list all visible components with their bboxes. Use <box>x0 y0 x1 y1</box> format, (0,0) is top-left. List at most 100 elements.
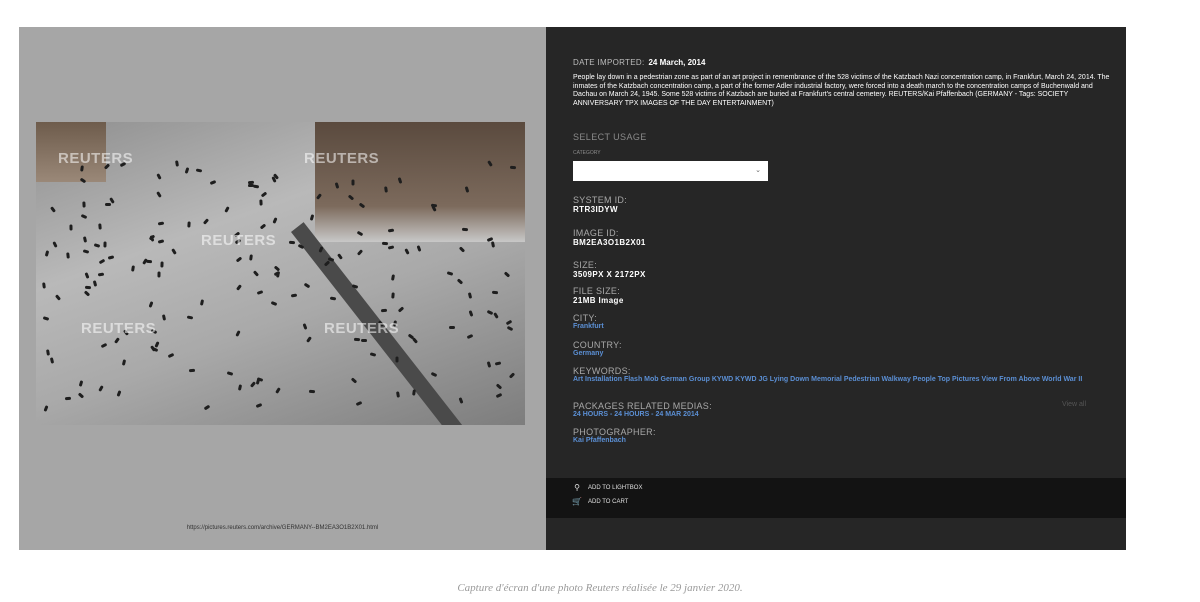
person-figure <box>491 290 499 295</box>
screenshot-frame: REUTERS REUTERS REUTERS REUTERS REUTERS … <box>19 27 1126 550</box>
person-figure <box>64 396 72 401</box>
add-to-cart-button[interactable]: 🛒 ADD TO CART <box>572 497 628 506</box>
person-figure <box>486 361 492 368</box>
person-figure <box>468 310 474 317</box>
person-figure <box>157 271 161 278</box>
watermark-5: REUTERS <box>324 320 400 337</box>
person-figure <box>98 258 106 265</box>
person-figure <box>508 372 516 379</box>
person-figure <box>44 250 50 257</box>
person-figure <box>252 270 260 277</box>
image-id-field: IMAGE ID: BM2EA3O1B2X01 <box>573 228 646 248</box>
person-figure <box>337 253 343 260</box>
person-figure <box>157 239 165 244</box>
person-figure <box>121 359 127 366</box>
person-figure <box>202 218 210 225</box>
file-size-field: FILE SIZE: 21MB Image <box>573 286 624 306</box>
add-to-lightbox-button[interactable]: ⚲ ADD TO LIGHTBOX <box>572 483 642 492</box>
photo-building-right <box>315 122 525 242</box>
category-select[interactable]: ⌄ <box>573 161 768 181</box>
person-figure <box>387 245 395 250</box>
person-figure <box>77 392 85 399</box>
person-figure <box>156 173 162 180</box>
city-field: CITY: Frankfurt <box>573 313 1118 331</box>
person-figure <box>249 381 257 388</box>
person-figure <box>503 271 511 278</box>
person-figure <box>486 309 494 316</box>
size-field: SIZE: 3509PX X 2172PX <box>573 260 646 280</box>
person-figure <box>276 271 280 278</box>
person-figure <box>52 241 58 248</box>
country-link[interactable]: Germany <box>573 350 1118 358</box>
person-figure <box>93 243 101 248</box>
person-figure <box>381 241 389 246</box>
size-label: SIZE: <box>573 260 598 270</box>
person-figure <box>148 301 154 308</box>
packages-link[interactable]: 24 HOURS - 24 HOURS - 24 MAR 2014 <box>573 411 1118 419</box>
person-figure <box>97 272 105 277</box>
view-all-link[interactable]: View all <box>1062 401 1086 408</box>
person-figure <box>235 284 243 291</box>
person-figure <box>78 380 84 387</box>
keywords-label: KEYWORDS: <box>573 366 631 376</box>
person-figure <box>171 248 177 255</box>
person-figure <box>369 352 377 357</box>
person-figure <box>54 294 62 301</box>
file-size-label: FILE SIZE: <box>573 286 621 296</box>
watermark-2: REUTERS <box>304 150 380 167</box>
page-caption: Capture d'écran d'une photo Reuters réal… <box>457 582 743 594</box>
person-figure <box>209 180 217 185</box>
person-figure <box>161 314 167 321</box>
person-figure <box>160 261 164 268</box>
person-figure <box>275 387 281 394</box>
person-figure <box>448 325 456 330</box>
system-id-field: SYSTEM ID: RTR3IDYW <box>573 195 627 215</box>
photo-url[interactable]: https://pictures.reuters.com/archive/GER… <box>19 525 546 531</box>
person-figure <box>494 361 502 366</box>
person-figure <box>107 255 115 260</box>
person-figure <box>260 191 268 198</box>
person-figure <box>154 341 160 348</box>
chevron-down-icon: ⌄ <box>755 167 761 174</box>
details-footer <box>546 518 1126 550</box>
person-figure <box>114 337 120 344</box>
photographer-field: PHOTOGRAPHER: Kai Pfaffenbach <box>573 427 1118 445</box>
date-label: DATE IMPORTED: <box>573 58 645 67</box>
person-figure <box>42 316 50 321</box>
person-figure <box>203 404 211 411</box>
image-id-value: BM2EA3O1B2X01 <box>573 238 646 247</box>
person-figure <box>256 290 264 295</box>
person-figure <box>157 221 165 226</box>
person-figure <box>237 384 243 391</box>
person-figure <box>505 319 513 326</box>
person-figure <box>156 191 162 198</box>
person-figure <box>495 383 503 390</box>
person-figure <box>412 389 416 396</box>
person-figure <box>131 265 135 272</box>
date-imported: DATE IMPORTED: 24 March, 2014 <box>573 58 705 67</box>
person-figure <box>404 248 410 255</box>
person-figure <box>188 368 196 373</box>
pin-icon: ⚲ <box>574 483 580 492</box>
person-figure <box>303 282 311 289</box>
person-figure <box>395 356 399 363</box>
country-field: COUNTRY: Germany <box>573 340 1118 358</box>
person-figure <box>430 371 438 378</box>
person-figure <box>306 336 312 343</box>
person-figure <box>199 299 205 306</box>
person-figure <box>350 377 358 384</box>
keywords-field: KEYWORDS: Art Installation Flash Mob Ger… <box>573 366 1118 384</box>
main-photo[interactable]: REUTERS REUTERS REUTERS REUTERS REUTERS <box>36 122 525 425</box>
photographer-link[interactable]: Kai Pfaffenbach <box>573 437 1118 445</box>
person-figure <box>380 308 388 313</box>
person-figure <box>100 342 108 349</box>
person-figure <box>461 227 469 232</box>
person-figure <box>290 293 298 298</box>
person-figure <box>458 246 466 253</box>
person-figure <box>353 337 361 342</box>
person-figure <box>92 280 98 287</box>
keywords-links[interactable]: Art Installation Flash Mob German Group … <box>573 376 1118 384</box>
person-figure <box>247 180 255 185</box>
person-figure <box>360 338 368 343</box>
city-link[interactable]: Frankfurt <box>573 323 1118 331</box>
